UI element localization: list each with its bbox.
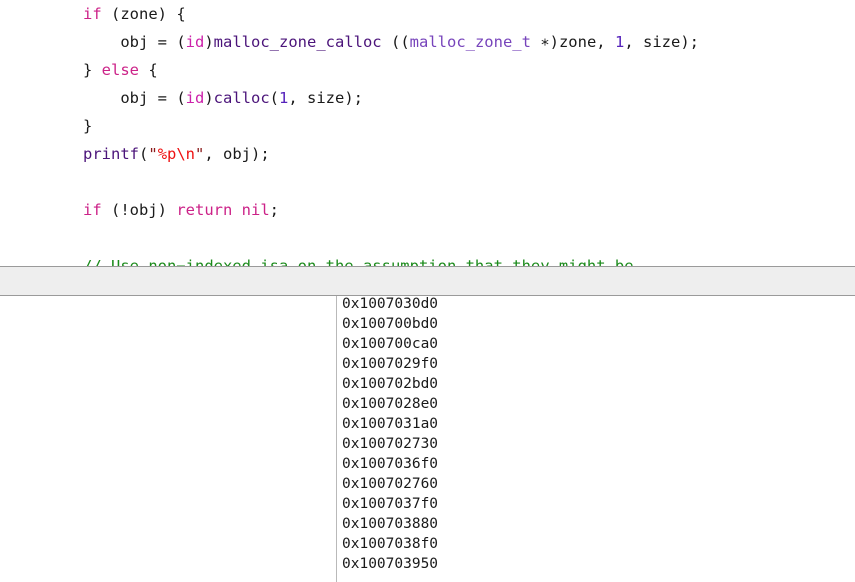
code-token: id <box>185 89 205 107</box>
code-token: , obj); <box>204 145 270 163</box>
code-line[interactable]: obj = (id)malloc_zone_calloc ((malloc_zo… <box>83 28 699 56</box>
code-token: (!obj) <box>101 201 177 219</box>
code-token: { <box>139 61 158 79</box>
code-token: , size); <box>288 89 364 107</box>
console-output-line: 0x100703950 <box>342 556 439 572</box>
code-token: , size); <box>624 33 699 51</box>
code-token: if <box>83 201 102 219</box>
code-token: malloc_zone_t <box>409 33 531 51</box>
code-token: return <box>176 201 233 219</box>
console-output-line: 0x1007031a0 <box>342 416 439 432</box>
console-output-line: 0x1007029f0 <box>342 356 439 372</box>
code-token: malloc_zone_calloc <box>213 33 382 51</box>
source-code-block[interactable]: if (zone) { obj = (id)malloc_zone_calloc… <box>83 0 699 266</box>
code-token: if <box>83 5 102 23</box>
app-window: if (zone) { obj = (id)malloc_zone_calloc… <box>0 0 855 582</box>
code-token: calloc <box>213 89 270 107</box>
code-line[interactable]: if (zone) { <box>83 0 699 28</box>
code-token: ) <box>204 89 214 107</box>
code-token: (zone) { <box>101 5 186 23</box>
code-token: 1 <box>279 89 289 107</box>
console-output-line: 0x100703880 <box>342 516 439 532</box>
code-token: printf <box>83 145 139 163</box>
code-line[interactable]: if (!obj) return nil; <box>83 196 699 224</box>
code-token: " <box>148 145 158 163</box>
code-line[interactable]: } <box>83 112 699 140</box>
code-token: else <box>101 61 139 79</box>
code-line[interactable]: obj = (id)calloc(1, size); <box>83 84 699 112</box>
code-token: ∗)zone, <box>530 33 615 51</box>
console-output-line: 0x100700ca0 <box>342 336 439 352</box>
code-token: ) <box>204 33 214 51</box>
code-token: } <box>83 61 102 79</box>
console-output-line: 0x100702730 <box>342 436 439 452</box>
code-token: (( <box>381 33 410 51</box>
pane-splitter-bar[interactable] <box>0 266 855 296</box>
code-line[interactable] <box>83 168 699 196</box>
console-output-line: 0x1007037f0 <box>342 496 439 512</box>
console-output-line: 0x1007038f0 <box>342 536 439 552</box>
code-token: nil <box>241 201 270 219</box>
console-output-line: 0x100702760 <box>342 476 439 492</box>
code-line[interactable]: } else { <box>83 56 699 84</box>
console-output-line: 0x1007036f0 <box>342 456 439 472</box>
console-vertical-divider <box>336 296 337 582</box>
code-token: ( <box>269 89 280 107</box>
code-token: obj = ( <box>83 89 186 107</box>
code-line[interactable] <box>83 224 699 252</box>
code-token: %p\n <box>157 145 196 163</box>
console-output-line: 0x100700bd0 <box>342 316 439 332</box>
code-token: 1 <box>614 33 625 51</box>
console-left-gutter <box>0 296 336 582</box>
code-line[interactable]: // Use non−indexed isa on the assumption… <box>83 252 699 266</box>
console-output-line: 0x1007030d0 <box>342 296 439 312</box>
console-output-pane[interactable]: 0x1007030d00x1007030d00x100700bd00x10070… <box>0 296 855 582</box>
console-output-line: 0x1007028e0 <box>342 396 439 412</box>
code-line[interactable]: printf("%p\n", obj); <box>83 140 699 168</box>
source-editor-pane[interactable]: if (zone) { obj = (id)malloc_zone_calloc… <box>0 0 855 266</box>
code-token: ; <box>269 201 280 219</box>
code-token: ( <box>139 145 149 163</box>
console-output-list[interactable]: 0x1007030d00x1007030d00x100700bd00x10070… <box>342 296 438 574</box>
console-output-line: 0x100702bd0 <box>342 376 439 392</box>
code-token: obj = ( <box>83 33 186 51</box>
code-token: } <box>83 117 93 135</box>
code-token: id <box>185 33 205 51</box>
code-token: " <box>195 145 205 163</box>
code-token: // Use non−indexed isa on the assumption… <box>83 257 634 266</box>
